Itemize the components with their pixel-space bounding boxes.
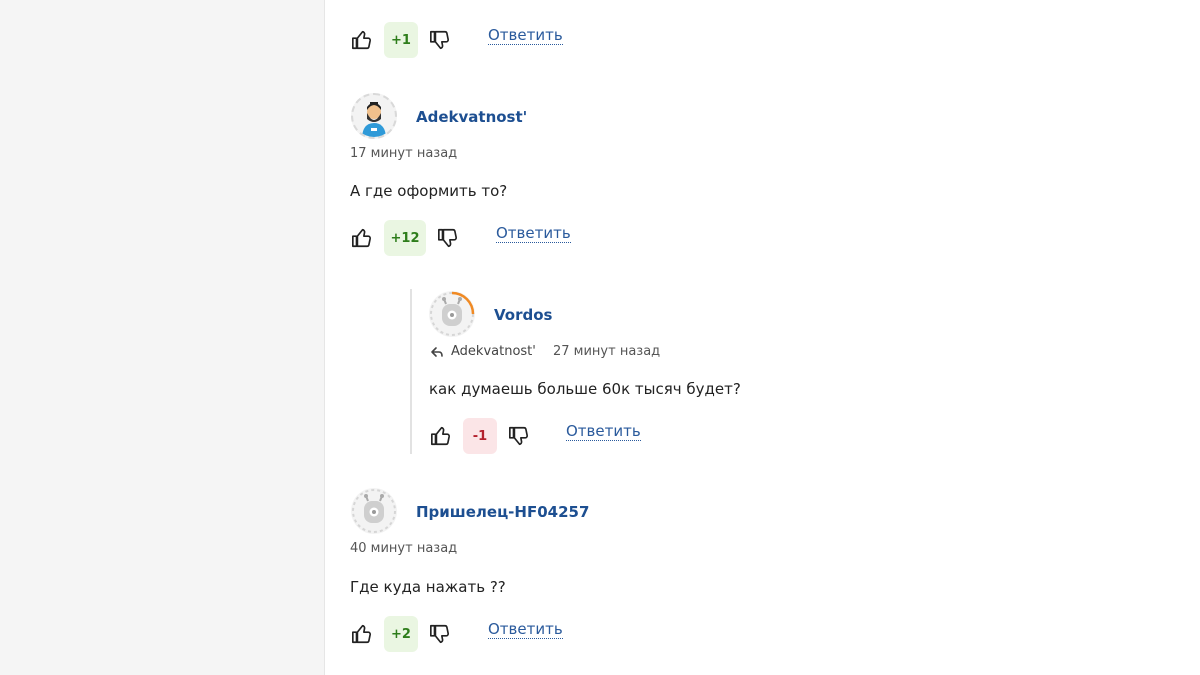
reply-button[interactable]: Ответить — [566, 422, 641, 441]
avatar[interactable] — [351, 488, 397, 534]
comment-author[interactable]: Adekvatnost' — [416, 108, 527, 126]
thumbs-down-icon[interactable] — [507, 424, 531, 448]
reply-to-author[interactable]: Adekvatnost' — [451, 344, 536, 359]
thumbs-down-icon[interactable] — [428, 622, 452, 646]
thumbs-down-icon[interactable] — [436, 226, 460, 250]
reply-thread-line — [410, 289, 412, 454]
score-badge: +12 — [384, 220, 426, 256]
thumbs-down-icon[interactable] — [428, 28, 452, 52]
comment-author[interactable]: Vordos — [494, 306, 552, 324]
comment-time: 27 минут назад — [553, 344, 661, 359]
comment-text: как думаешь больше 60к тысяч будет? — [429, 380, 741, 398]
left-gutter — [0, 0, 325, 675]
comment-time: 17 минут назад — [350, 146, 458, 161]
reply-arrow-icon — [430, 344, 444, 358]
score-badge: +1 — [384, 22, 418, 58]
comment-time: 40 минут назад — [350, 541, 458, 556]
comment-text: Где куда нажать ?? — [350, 578, 506, 596]
thumbs-up-icon[interactable] — [350, 622, 374, 646]
thumbs-up-icon[interactable] — [429, 424, 453, 448]
vote-row: +12 — [350, 220, 460, 256]
comments-page: +1 Ответить Adekvatnost' 17 минут назад … — [0, 0, 1200, 675]
bearded-man-avatar — [362, 102, 386, 137]
alien-robot-avatar — [352, 489, 396, 533]
comment-author[interactable]: Пришелец-HF04257 — [416, 503, 589, 521]
avatar[interactable] — [429, 291, 475, 337]
score-badge: -1 — [463, 418, 497, 454]
avatar[interactable] — [351, 93, 397, 139]
alien-robot-avatar — [430, 291, 475, 336]
score-badge: +2 — [384, 616, 418, 652]
thumbs-up-icon[interactable] — [350, 226, 374, 250]
vote-row: -1 — [429, 418, 531, 454]
reply-button[interactable]: Ответить — [488, 26, 563, 45]
vote-row: +1 — [350, 22, 452, 58]
thumbs-up-icon[interactable] — [350, 28, 374, 52]
vote-row: +2 — [350, 616, 452, 652]
reply-button[interactable]: Ответить — [496, 224, 571, 243]
reply-button[interactable]: Ответить — [488, 620, 563, 639]
comment-text: А где оформить то? — [350, 182, 508, 200]
